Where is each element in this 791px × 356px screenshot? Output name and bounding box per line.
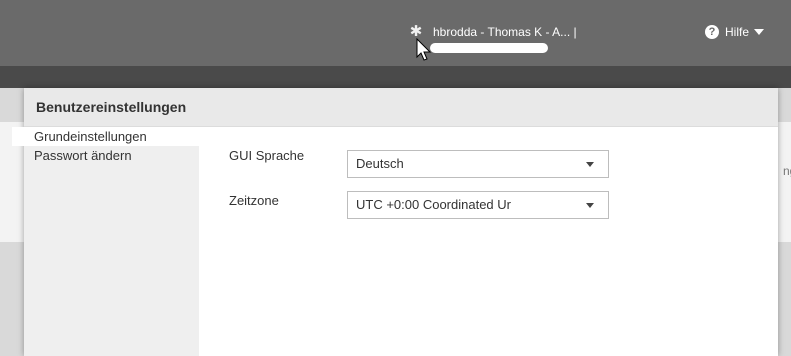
user-menu[interactable]: ✱ hbrodda - Thomas K - A... | [409, 22, 577, 42]
dialog-title: Benutzereinstellungen [24, 88, 778, 127]
settings-nav: Grundeinstellungen Passwort ändern [12, 127, 199, 356]
background-partial-text: ng [783, 164, 791, 178]
nav-item-grundeinstellungen[interactable]: Grundeinstellungen [12, 127, 199, 146]
settings-content: GUI Sprache Deutsch Zeitzone UTC +0:00 C… [199, 127, 778, 356]
mouse-cursor-icon [416, 38, 432, 61]
gui-language-value: Deutsch [356, 156, 404, 171]
question-circle-icon[interactable]: ? [705, 25, 719, 39]
help-menu[interactable]: ? Hilfe [705, 25, 765, 39]
sub-bar [0, 66, 791, 88]
nav-item-passwort-aendern[interactable]: Passwort ändern [24, 146, 199, 165]
top-bar: ✱ hbrodda - Thomas K - A... | ? Hilfe [0, 0, 791, 66]
gui-language-label: GUI Sprache [229, 148, 305, 163]
caret-down-icon[interactable] [754, 29, 765, 35]
redacted-text [430, 43, 548, 53]
chevron-down-icon [586, 162, 594, 167]
user-label[interactable]: hbrodda - Thomas K - A... | [433, 25, 577, 39]
help-label[interactable]: Hilfe [725, 25, 749, 39]
timezone-label: Zeitzone [229, 193, 279, 208]
gear-icon[interactable]: ✱ [409, 24, 423, 39]
gui-language-select[interactable]: Deutsch [347, 150, 609, 178]
user-settings-dialog: Benutzereinstellungen Grundeinstellungen… [12, 88, 778, 356]
timezone-value: UTC +0:00 Coordinated Ur [356, 197, 511, 212]
timezone-select[interactable]: UTC +0:00 Coordinated Ur [347, 191, 609, 219]
chevron-down-icon [586, 203, 594, 208]
